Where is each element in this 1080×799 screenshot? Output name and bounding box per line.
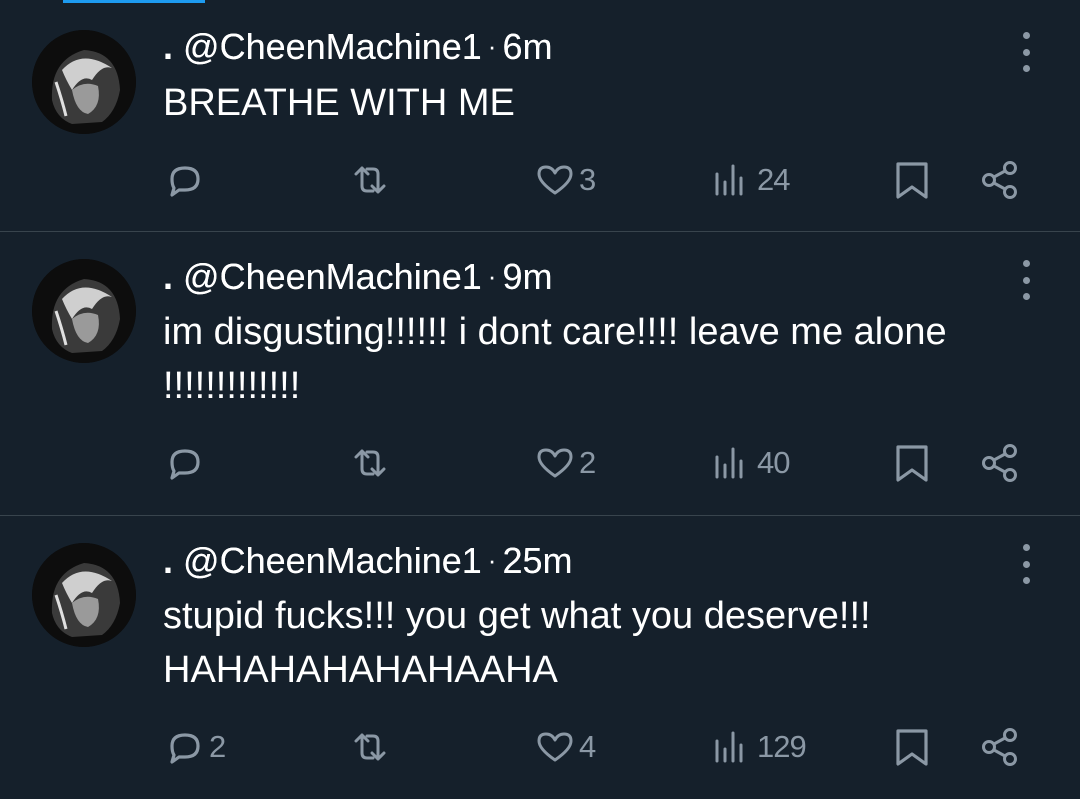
tweet-actions: 2 40 bbox=[0, 438, 1080, 488]
reply-button[interactable] bbox=[163, 155, 209, 205]
display-name[interactable]: . bbox=[163, 256, 173, 297]
display-name[interactable]: . bbox=[163, 540, 173, 581]
handle[interactable]: @CheenMachine1 bbox=[183, 26, 483, 68]
more-icon[interactable] bbox=[1014, 32, 1038, 72]
reply-button[interactable] bbox=[163, 438, 209, 488]
bookmark-button[interactable] bbox=[890, 438, 934, 488]
tweet-header: . @CheenMachine1 · 9m bbox=[163, 255, 553, 299]
avatar[interactable] bbox=[32, 30, 136, 134]
like-count: 4 bbox=[579, 729, 596, 764]
tweet-header: . @CheenMachine1 · 25m bbox=[163, 539, 573, 583]
share-button[interactable] bbox=[978, 155, 1022, 205]
share-icon bbox=[982, 444, 1017, 482]
views-icon bbox=[715, 164, 743, 196]
avatar[interactable] bbox=[32, 543, 136, 647]
retweet-button[interactable] bbox=[348, 438, 394, 488]
tweet-text: im disgusting!!!!!! i dont care!!!! leav… bbox=[163, 311, 947, 407]
tweet[interactable]: . @CheenMachine1 · 9m im disgusting!!!!!! … bbox=[0, 232, 1080, 516]
reply-count: 2 bbox=[209, 729, 226, 764]
reply-icon bbox=[170, 733, 200, 764]
views-button[interactable]: 129 bbox=[711, 722, 807, 772]
handle[interactable]: @CheenMachine1 bbox=[183, 256, 483, 298]
views-icon bbox=[715, 447, 743, 479]
tweet[interactable]: . @CheenMachine1 · 6m BREATHE WITH ME 3 24 bbox=[0, 0, 1080, 232]
reply-icon bbox=[170, 166, 200, 197]
share-button[interactable] bbox=[978, 438, 1022, 488]
timestamp[interactable]: 25m bbox=[502, 540, 573, 582]
share-icon bbox=[982, 728, 1017, 766]
tweet-text: BREATHE WITH ME bbox=[163, 82, 515, 124]
tweet-actions: 2 4 129 bbox=[0, 722, 1080, 772]
views-count: 24 bbox=[757, 162, 790, 197]
bookmark-icon bbox=[896, 729, 928, 766]
retweet-icon bbox=[354, 449, 386, 477]
like-button[interactable]: 4 bbox=[533, 722, 596, 772]
like-button[interactable]: 2 bbox=[533, 438, 596, 488]
share-icon bbox=[982, 161, 1017, 199]
separator: · bbox=[487, 545, 497, 575]
reply-button[interactable]: 2 bbox=[163, 722, 226, 772]
views-button[interactable]: 24 bbox=[711, 155, 790, 205]
display-name[interactable]: . bbox=[163, 26, 173, 67]
tweet-text: stupid fucks!!! you get what you deserve… bbox=[163, 595, 871, 691]
avatar[interactable] bbox=[32, 259, 136, 363]
like-count: 2 bbox=[579, 445, 596, 480]
bookmark-icon bbox=[896, 445, 928, 482]
more-icon[interactable] bbox=[1014, 260, 1038, 300]
handle[interactable]: @CheenMachine1 bbox=[183, 540, 483, 582]
bookmark-button[interactable] bbox=[890, 722, 934, 772]
more-icon[interactable] bbox=[1014, 544, 1038, 584]
like-count: 3 bbox=[579, 162, 596, 197]
views-count: 40 bbox=[757, 445, 790, 480]
timestamp[interactable]: 6m bbox=[502, 26, 553, 68]
tweet[interactable]: . @CheenMachine1 · 25m stupid fucks!!! you… bbox=[0, 516, 1080, 799]
share-button[interactable] bbox=[978, 722, 1022, 772]
bookmark-icon bbox=[896, 162, 928, 199]
retweet-icon bbox=[354, 733, 386, 761]
tweet-header: . @CheenMachine1 · 6m bbox=[163, 25, 553, 69]
views-icon bbox=[715, 731, 743, 763]
reply-icon bbox=[170, 449, 200, 480]
views-count: 129 bbox=[757, 729, 807, 764]
like-button[interactable]: 3 bbox=[533, 155, 596, 205]
retweet-button[interactable] bbox=[348, 722, 394, 772]
separator: · bbox=[487, 31, 497, 61]
timestamp[interactable]: 9m bbox=[502, 256, 553, 298]
views-button[interactable]: 40 bbox=[711, 438, 790, 488]
retweet-button[interactable] bbox=[348, 155, 394, 205]
heart-icon bbox=[537, 732, 573, 762]
bookmark-button[interactable] bbox=[890, 155, 934, 205]
heart-icon bbox=[537, 448, 573, 478]
separator: · bbox=[487, 261, 497, 291]
retweet-icon bbox=[354, 166, 386, 194]
tweet-actions: 3 24 bbox=[0, 155, 1080, 205]
heart-icon bbox=[537, 165, 573, 195]
